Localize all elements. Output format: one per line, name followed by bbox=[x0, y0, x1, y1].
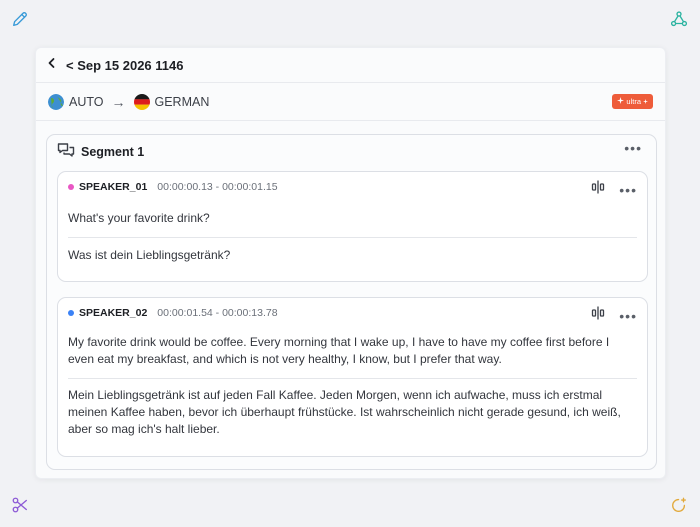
more-options-icon[interactable]: ••• bbox=[619, 183, 637, 197]
timestamp: 00:00:01.54 - 00:00:13.78 bbox=[157, 307, 278, 319]
original-text: What's your favorite drink? bbox=[68, 211, 210, 225]
chat-bubbles-icon bbox=[57, 142, 75, 163]
more-options-icon[interactable]: ••• bbox=[624, 141, 642, 155]
globe-icon bbox=[48, 93, 64, 110]
segment-title: Segment 1 bbox=[81, 145, 145, 159]
split-icon[interactable] bbox=[591, 180, 605, 199]
utterance-card: SPEAKER_01 00:00:00.13 - 00:00:01.15 •••… bbox=[57, 171, 648, 282]
speaker-label: SPEAKER_01 bbox=[79, 181, 148, 193]
panel-header: < Sep 15 2026 1146 bbox=[36, 48, 665, 83]
ai-sparkle-icon[interactable] bbox=[669, 495, 689, 515]
scissors-icon[interactable] bbox=[10, 495, 30, 515]
timestamp: 00:00:00.13 - 00:00:01.15 bbox=[157, 181, 278, 193]
transcript-panel: < Sep 15 2026 1146 AUTO → GERMAN ultra S… bbox=[35, 47, 666, 479]
split-icon[interactable] bbox=[591, 306, 605, 325]
sparkle-small-icon bbox=[643, 97, 648, 106]
page-title: < Sep 15 2026 1146 bbox=[66, 57, 184, 73]
ultra-badge-label: ultra bbox=[626, 97, 641, 106]
translated-text: Mein Lieblingsgetränk ist auf jeden Fall… bbox=[68, 388, 621, 436]
arrow-right-icon: → bbox=[111, 93, 126, 110]
speaker-color-dot bbox=[68, 184, 74, 190]
utterance-card: SPEAKER_02 00:00:01.54 - 00:00:13.78 •••… bbox=[57, 297, 648, 457]
speaker-label: SPEAKER_02 bbox=[79, 307, 148, 319]
source-language-label: AUTO bbox=[69, 94, 104, 109]
ultra-badge[interactable]: ultra bbox=[612, 94, 653, 109]
translated-text: Was ist dein Lieblingsgetränk? bbox=[68, 248, 231, 262]
utterance-header: SPEAKER_01 00:00:00.13 - 00:00:01.15 ••• bbox=[58, 172, 647, 202]
back-button[interactable]: < Sep 15 2026 1146 bbox=[46, 56, 183, 74]
share-nodes-icon[interactable] bbox=[669, 9, 689, 29]
chevron-left-icon bbox=[46, 56, 58, 74]
original-text: My favorite drink would be coffee. Every… bbox=[68, 335, 610, 366]
segment-card: Segment 1 ••• SPEAKER_01 00:00:00.13 - 0… bbox=[46, 134, 657, 470]
target-language-label: GERMAN bbox=[154, 94, 210, 109]
utterance-header: SPEAKER_02 00:00:01.54 - 00:00:13.78 ••• bbox=[58, 298, 647, 328]
target-language[interactable]: GERMAN bbox=[133, 93, 210, 110]
german-flag-icon bbox=[133, 93, 150, 110]
more-options-icon[interactable]: ••• bbox=[619, 309, 637, 323]
segment-header: Segment 1 ••• bbox=[47, 135, 656, 169]
source-language[interactable]: AUTO bbox=[48, 93, 104, 110]
pencil-icon[interactable] bbox=[10, 9, 30, 29]
language-bar: AUTO → GERMAN ultra bbox=[36, 83, 665, 121]
sparkle-icon bbox=[617, 97, 625, 106]
speaker-color-dot bbox=[68, 310, 74, 316]
